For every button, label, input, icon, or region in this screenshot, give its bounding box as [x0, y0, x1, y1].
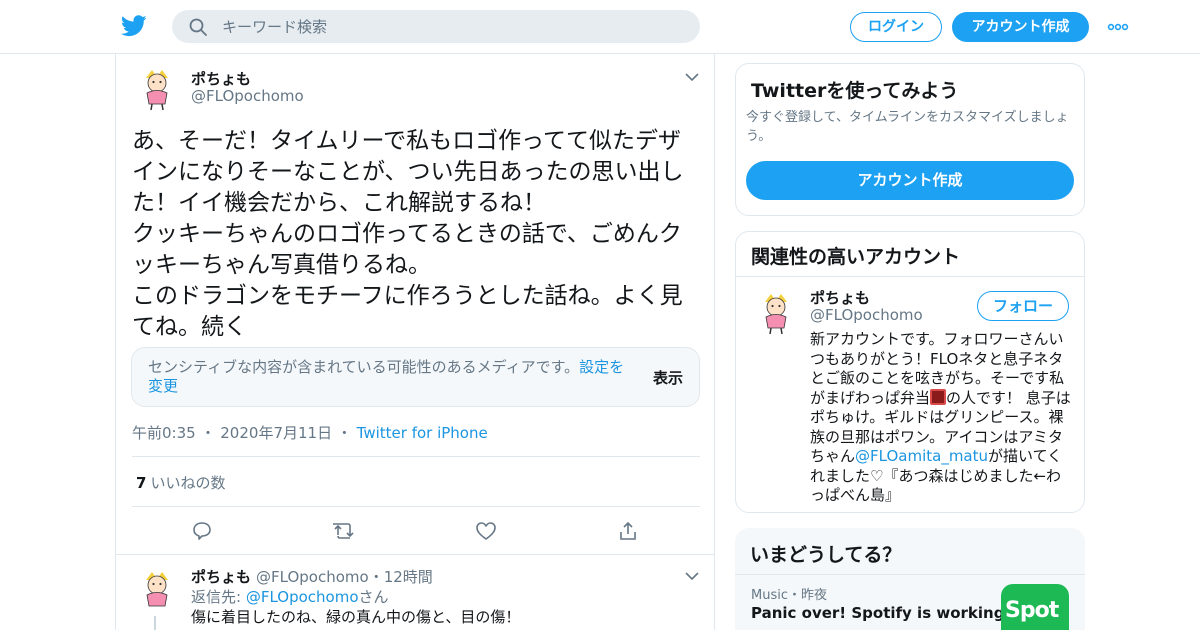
meta-separator: ・ — [336, 424, 352, 442]
reply-author-handle[interactable]: @FLOpochomo — [256, 568, 369, 586]
reply-icon[interactable] — [191, 520, 213, 542]
tweet-date[interactable]: 2020年7月11日 — [220, 424, 332, 442]
author-name[interactable]: ポちょも — [191, 68, 251, 89]
share-icon[interactable] — [617, 520, 639, 542]
signup-button[interactable]: アカウント作成 — [952, 12, 1089, 42]
bento-emoji-icon — [930, 388, 947, 405]
author-handle[interactable]: @FLOpochomo — [191, 87, 304, 105]
more-options-icon[interactable] — [1107, 20, 1129, 34]
signup-card-title: Twitterを使ってみよう — [751, 80, 959, 102]
like-count-number: 7 — [136, 474, 147, 492]
tweet-time[interactable]: 午前0:35 — [132, 424, 196, 442]
divider — [736, 276, 1084, 277]
trend-thumbnail[interactable]: Spot — [1001, 584, 1069, 630]
trends-title: いまどうしてる？ — [750, 544, 902, 566]
chevron-down-icon[interactable] — [685, 72, 699, 82]
trend-headline[interactable]: Panic over! Spotify is working on — [751, 604, 1031, 622]
meta-separator: ・ — [368, 568, 384, 586]
sensitive-message: センシティブな内容が含まれている可能性のあるメディアです。 — [148, 358, 580, 376]
signup-card-subtitle: 今すぐ登録して、タイムラインをカスタマイズしましょう。 — [746, 110, 1069, 144]
show-media-button[interactable]: 表示 — [653, 367, 683, 388]
like-heart-icon[interactable] — [475, 520, 497, 542]
trend-category: Music・昨夜 — [751, 584, 827, 603]
related-account-bio: 新アカウントです。フォロワーさんいつもありがとう！FLOネタと息子ネタとご飯のこ… — [810, 330, 1072, 506]
avatar[interactable] — [134, 66, 180, 112]
tweet-source-link[interactable]: Twitter for iPhone — [357, 424, 488, 442]
search-bar[interactable] — [172, 10, 700, 43]
retweet-icon[interactable] — [333, 520, 355, 542]
related-accounts-card: 関連性の高いアカウント ポちょも @FLOpochomo フォロー 新アカウント… — [735, 231, 1085, 513]
meta-separator: ・ — [200, 424, 216, 442]
related-accounts-title: 関連性の高いアカウント — [751, 246, 961, 268]
trends-card: いまどうしてる？ Music・昨夜 Panic over! Spotify is… — [735, 528, 1085, 630]
like-count-label: いいねの数 — [150, 474, 226, 492]
reply-to-handle[interactable]: @FLOpochomo — [246, 588, 359, 606]
reply-author-meta[interactable]: @FLOpochomo・12時間 — [256, 566, 433, 587]
divider — [132, 506, 700, 507]
signup-card: Twitterを使ってみよう 今すぐ登録して、タイムラインをカスタマイズしましょ… — [735, 63, 1085, 216]
trend-category-label: Music — [751, 588, 788, 603]
tweet-column: ポちょも @FLOpochomo あ、そーだ！タイムリーで私もロゴ作ってて似たデ… — [115, 54, 715, 630]
meta-separator: ・ — [788, 588, 802, 603]
trend-thumbnail-text: Spot — [1005, 598, 1059, 623]
related-account-handle[interactable]: @FLOpochomo — [810, 306, 923, 324]
reply-to-line: 返信先: @FLOpochomoさん — [191, 586, 389, 607]
top-bar: ログイン アカウント作成 — [0, 0, 1200, 54]
sensitive-media-notice: センシティブな内容が含まれている可能性のあるメディアです。設定を変更 表示 — [131, 347, 700, 407]
related-account-avatar[interactable] — [753, 290, 799, 336]
reply-to-label: 返信先: — [191, 588, 242, 606]
divider — [132, 456, 700, 457]
tweet-meta: 午前0:35 ・ 2020年7月11日 ・ Twitter for iPhone — [132, 422, 488, 443]
login-button[interactable]: ログイン — [850, 12, 942, 42]
chevron-down-icon[interactable] — [685, 571, 699, 581]
search-icon — [189, 18, 207, 36]
reply-author-name[interactable]: ポちょも — [191, 566, 251, 587]
reply-avatar[interactable] — [134, 568, 180, 614]
related-account-name[interactable]: ポちょも — [810, 287, 870, 308]
signup-card-button[interactable]: アカウント作成 — [746, 161, 1074, 200]
reply-text: 傷に着目したのね、緑の真ん中の傷と、目の傷！ — [191, 608, 521, 626]
tweet-text: あ、そーだ！タイムリーで私もロゴ作ってて似たデザインになりそーなことが、つい先日… — [132, 128, 684, 340]
thread-line — [154, 616, 156, 630]
trend-time: 昨夜 — [801, 588, 828, 603]
reply-to-suffix: さん — [358, 588, 389, 606]
bio-mention-link[interactable]: @FLOamita_matu — [855, 447, 988, 465]
search-input[interactable] — [222, 10, 682, 43]
reply-time[interactable]: 12時間 — [384, 568, 433, 586]
likes-count[interactable]: 7 いいねの数 — [136, 472, 225, 493]
sensitive-media-text: センシティブな内容が含まれている可能性のあるメディアです。設定を変更 — [148, 358, 628, 396]
divider — [116, 554, 714, 555]
divider — [735, 574, 1085, 575]
follow-button[interactable]: フォロー — [977, 291, 1069, 321]
twitter-bird-icon[interactable] — [121, 15, 147, 37]
